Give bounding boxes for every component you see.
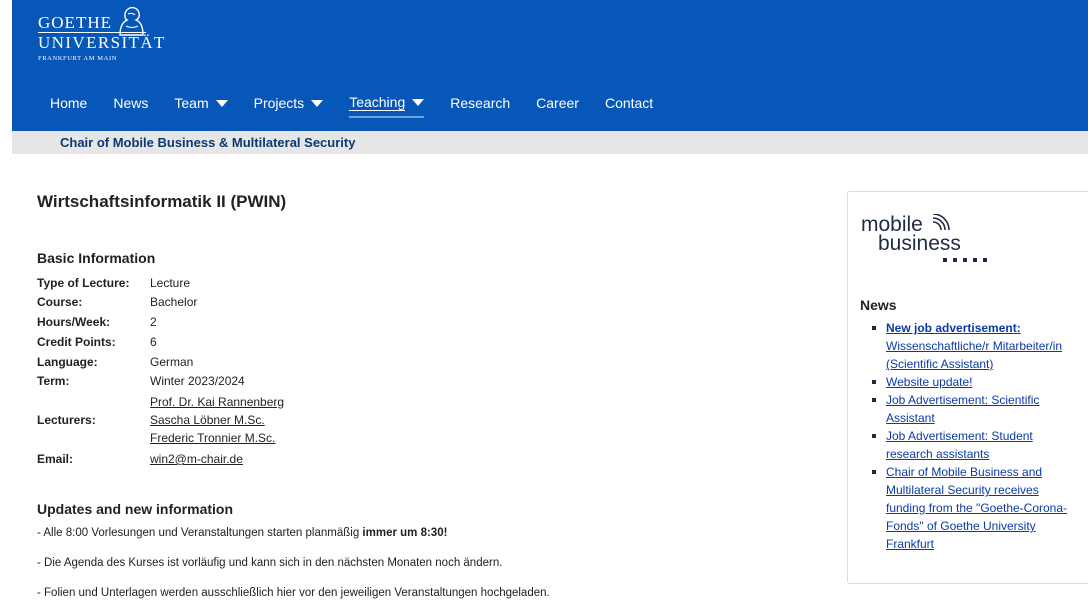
info-label: Language: (37, 355, 98, 369)
news-link[interactable]: New job advertisement: (886, 321, 1021, 335)
info-label: Term: (37, 374, 70, 388)
update-text: - Alle 8:00 Vorlesungen und Veranstaltun… (37, 527, 363, 539)
page-title: Wirtschaftsinformatik II (PWIN) (37, 192, 287, 211)
nav-contact-label: Contact (604, 95, 654, 111)
chair-title-bar: Chair of Mobile Business & Multilateral … (12, 131, 1088, 154)
nav-contact[interactable]: Contact (605, 88, 653, 118)
info-label: Credit Points: (37, 335, 116, 349)
news-sidebar: mobile business News New job advertiseme… (847, 191, 1088, 584)
nav-news-label: News (113, 95, 149, 111)
goethe-university-logo[interactable]: GOETHE UNIVERSITÄT FRANKFURT AM MAIN (38, 6, 188, 68)
logo-word-2: business (878, 232, 961, 255)
update-emphasis: immer um 8:30! (362, 527, 448, 539)
info-value: 6 (150, 335, 157, 349)
nav-career-label: Career (536, 95, 579, 111)
info-value: Winter 2023/2024 (150, 374, 245, 388)
nav-teaching-label: Teaching (349, 93, 406, 111)
nav-team-label: Team (174, 95, 209, 111)
caret-down-icon (215, 99, 228, 107)
logo-line-1: GOETHE (38, 13, 112, 32)
chair-title[interactable]: Chair of Mobile Business & Multilateral … (60, 135, 355, 150)
nav-research-label: Research (450, 95, 511, 111)
news-item: New job advertisement: Wissenschaftliche… (872, 319, 1088, 373)
info-label: Course: (37, 295, 83, 309)
caret-down-icon (412, 98, 425, 106)
info-value: Bachelor (150, 295, 198, 309)
nav-research[interactable]: Research (450, 88, 510, 118)
main-nav: Home News Team Projects Teaching Researc… (50, 88, 679, 118)
site-header: GOETHE UNIVERSITÄT FRANKFURT AM MAIN Hom… (12, 0, 1088, 131)
news-link[interactable]: Website update! (886, 375, 973, 389)
news-link[interactable]: Frankfurt (886, 537, 934, 551)
caret-down-icon (311, 99, 324, 107)
news-link[interactable]: (Scientific Assistant) (886, 357, 993, 371)
nav-home-label: Home (50, 95, 88, 111)
news-heading: News (860, 297, 897, 313)
logo-line-3: FRANKFURT AM MAIN (38, 55, 118, 62)
news-link[interactable]: Chair of Mobile Business and (886, 465, 1042, 479)
lecturer-link[interactable]: Frederic Tronnier M.Sc. (150, 431, 275, 445)
logo-dots (943, 258, 987, 262)
news-link[interactable]: Multilateral Security receives (886, 483, 1039, 497)
update-paragraph-3: - Folien und Unterlagen werden ausschlie… (37, 587, 550, 599)
news-item: Job Advertisement: Scientific Assistant (872, 391, 1088, 427)
nav-career[interactable]: Career (536, 88, 579, 118)
news-link[interactable]: funding from the "Goethe-Corona- (886, 501, 1067, 515)
news-link[interactable]: Job Advertisement: Student (886, 429, 1033, 443)
info-label: Type of Lecture: (37, 276, 130, 290)
nav-news[interactable]: News (113, 88, 148, 118)
update-paragraph-2: - Die Agenda des Kurses ist vorläufig un… (37, 557, 503, 569)
news-link[interactable]: Assistant (886, 411, 935, 425)
nav-projects[interactable]: Projects (254, 88, 324, 118)
updates-heading: Updates and new information (37, 501, 234, 517)
logo-line-2: UNIVERSITÄT (38, 33, 166, 52)
nav-home[interactable]: Home (50, 88, 87, 118)
mobile-business-logo[interactable]: mobile business (861, 214, 1001, 274)
goethe-portrait-icon (119, 6, 144, 36)
info-label: Hours/Week: (37, 315, 111, 329)
nav-teaching[interactable]: Teaching (349, 88, 425, 118)
nav-team[interactable]: Team (174, 88, 228, 118)
info-value: German (150, 355, 194, 369)
info-label: Email: (37, 452, 74, 466)
news-link[interactable]: Fonds" of Goethe University (886, 519, 1036, 533)
news-item: Chair of Mobile Business and Multilatera… (872, 463, 1088, 553)
news-link[interactable]: research assistants (886, 447, 989, 461)
news-link[interactable]: Job Advertisement: Scientific (886, 393, 1039, 407)
news-item: Website update! (872, 373, 1088, 391)
update-paragraph-1: - Alle 8:00 Vorlesungen und Veranstaltun… (37, 527, 447, 539)
news-link[interactable]: Wissenschaftliche/r Mitarbeiter/in (886, 339, 1062, 353)
news-item: Job Advertisement: Student research assi… (872, 427, 1088, 463)
lecturer-link[interactable]: Sascha Löbner M.Sc. (150, 413, 265, 427)
info-label: Lecturers: (37, 413, 96, 427)
nav-projects-label: Projects (253, 95, 305, 111)
info-value: 2 (150, 315, 157, 329)
basic-info-heading: Basic Information (37, 250, 156, 266)
lecturer-link[interactable]: Prof. Dr. Kai Rannenberg (150, 395, 284, 409)
info-value: Lecture (150, 276, 191, 290)
email-link[interactable]: win2@m-chair.de (150, 452, 243, 466)
news-list: New job advertisement: Wissenschaftliche… (872, 319, 1088, 553)
